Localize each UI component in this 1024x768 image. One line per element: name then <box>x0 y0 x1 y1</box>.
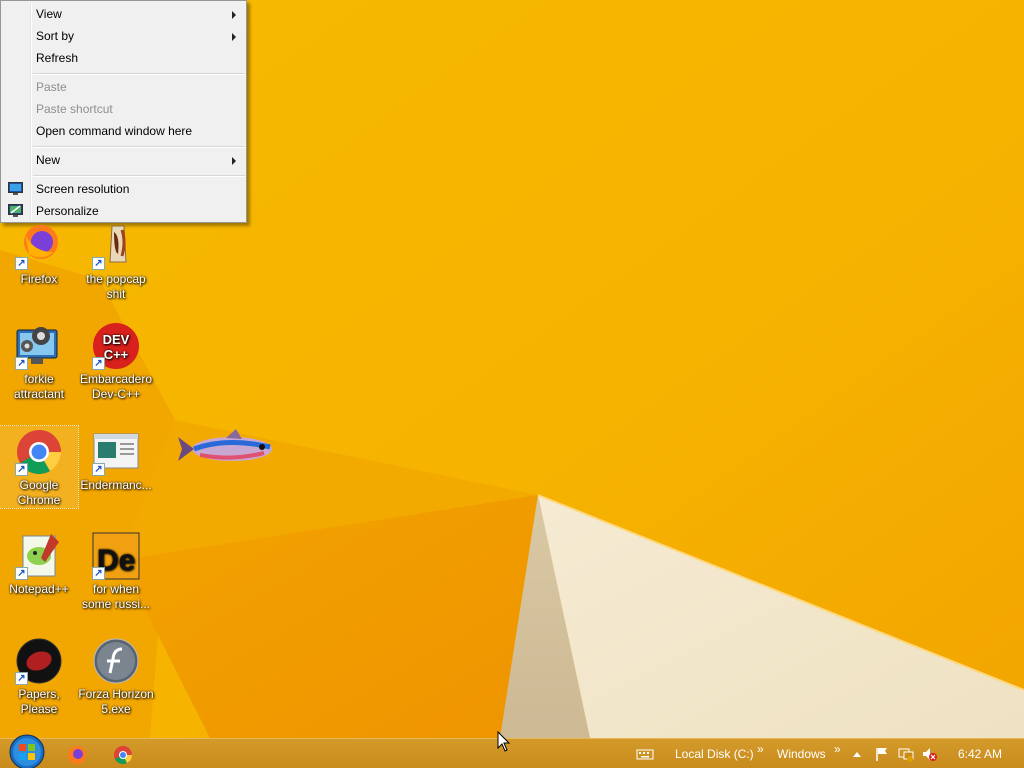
show-hidden-icons-icon[interactable] <box>851 746 863 762</box>
desktop-icon-forza-horizon-5[interactable]: Forza Horizon 5.exe <box>77 637 155 717</box>
menu-item-personalize[interactable]: Personalize <box>3 201 244 222</box>
svg-text:DEV: DEV <box>103 332 130 347</box>
shortcut-arrow-icon: ↗ <box>15 463 28 476</box>
shortcut-arrow-icon: ↗ <box>92 463 105 476</box>
menu-separator <box>33 175 245 177</box>
desktop-icon-label: Embarcadero Dev-C++ <box>79 372 153 401</box>
shortcut-arrow-icon: ↗ <box>15 567 28 580</box>
desktop-icon-the-popcap-shit[interactable]: ↗ the popcap shit <box>77 222 155 302</box>
menu-item-open-command-window[interactable]: Open command window here <box>3 121 244 142</box>
taskbar-firefox-icon[interactable] <box>66 744 88 766</box>
menu-item-paste-shortcut: Paste shortcut <box>3 99 244 120</box>
menu-item-label: View <box>36 7 62 21</box>
menu-item-label: Personalize <box>36 204 99 218</box>
shortcut-arrow-icon: ↗ <box>15 357 28 370</box>
desktop[interactable]: View Sort by Refresh Paste Paste shortcu… <box>0 0 1024 768</box>
shortcut-arrow-icon: ↗ <box>15 257 28 270</box>
desktop-icon-label: the popcap shit <box>86 272 146 301</box>
desktop-context-menu: View Sort by Refresh Paste Paste shortcu… <box>0 0 247 223</box>
desktop-icon-for-when-some-russi[interactable]: De ↗ for when some russi... <box>77 532 155 612</box>
toolbar-windows[interactable]: Windows <box>777 747 826 761</box>
toolbar-chevron-icon[interactable]: » <box>757 742 764 756</box>
taskbar-chrome-icon[interactable] <box>112 744 134 766</box>
volume-muted-icon[interactable] <box>921 746 937 762</box>
submenu-arrow-icon <box>232 33 236 41</box>
clock[interactable]: 6:42 AM <box>958 747 1002 761</box>
menu-item-label: Paste <box>36 80 67 94</box>
submenu-arrow-icon <box>232 157 236 165</box>
network-icon[interactable] <box>898 746 914 762</box>
menu-item-screen-resolution[interactable]: Screen resolution <box>3 179 244 200</box>
menu-item-label: Paste shortcut <box>36 102 113 116</box>
display-icon <box>8 182 23 195</box>
desktop-icon-embarcadero-devcpp[interactable]: DEV C++ ↗ Embarcadero Dev-C++ <box>77 322 155 402</box>
submenu-arrow-icon <box>232 11 236 19</box>
desktop-icon-label: Papers, Please <box>18 687 60 716</box>
desktop-icon-label: Forza Horizon 5.exe <box>78 687 154 716</box>
shortcut-arrow-icon: ↗ <box>92 567 105 580</box>
svg-text:C++: C++ <box>104 347 129 362</box>
menu-item-view[interactable]: View <box>3 4 244 25</box>
desktop-icon-label: for when some russi... <box>81 582 150 611</box>
fish-icon <box>178 429 272 461</box>
toolbar-local-disk[interactable]: Local Disk (C:) <box>675 747 754 761</box>
desktop-icon-papers-please[interactable]: ↗ Papers, Please <box>0 637 78 717</box>
taskbar: Local Disk (C:) » Windows » 6:42 AM <box>0 734 1024 768</box>
menu-item-refresh[interactable]: Refresh <box>3 48 244 69</box>
shortcut-arrow-icon: ↗ <box>15 672 28 685</box>
menu-item-label: New <box>36 153 61 167</box>
desktop-icon-notepadpp[interactable]: ↗ Notepad++ <box>0 532 78 597</box>
menu-item-label: Sort by <box>36 29 75 43</box>
shortcut-arrow-icon: ↗ <box>92 357 105 370</box>
desktop-icon-label: Endermanc... <box>80 478 152 492</box>
desktop-icon-label: forkie attractant <box>13 372 65 401</box>
menu-separator <box>33 146 245 148</box>
flash-icon <box>93 638 139 684</box>
start-orb-icon[interactable] <box>8 733 46 768</box>
menu-item-label: Refresh <box>36 51 79 65</box>
desktop-icon-endermanc[interactable]: ↗ Endermanc... <box>77 428 155 493</box>
mouse-cursor-icon <box>497 731 511 752</box>
menu-item-new[interactable]: New <box>3 150 244 171</box>
desktop-icon-label: Firefox <box>20 272 58 286</box>
action-center-flag-icon[interactable] <box>874 746 890 762</box>
menu-item-label: Screen resolution <box>36 182 130 196</box>
desktop-icon-firefox[interactable]: ↗ Firefox <box>0 222 78 287</box>
keyboard-icon[interactable] <box>636 746 654 762</box>
menu-item-paste: Paste <box>3 77 244 98</box>
menu-separator <box>33 73 245 75</box>
menu-item-sort-by[interactable]: Sort by <box>3 26 244 47</box>
menu-item-label: Open command window here <box>36 124 193 138</box>
desktop-icon-forkie-attractant[interactable]: ↗ forkie attractant <box>0 322 78 402</box>
desktop-icon-label: Google Chrome <box>17 478 61 507</box>
shortcut-arrow-icon: ↗ <box>92 257 105 270</box>
personalize-icon <box>8 204 23 217</box>
desktop-icon-google-chrome[interactable]: ↗ Google Chrome <box>0 425 79 509</box>
toolbar-chevron-icon[interactable]: » <box>834 742 841 756</box>
desktop-icon-label: Notepad++ <box>9 582 69 596</box>
